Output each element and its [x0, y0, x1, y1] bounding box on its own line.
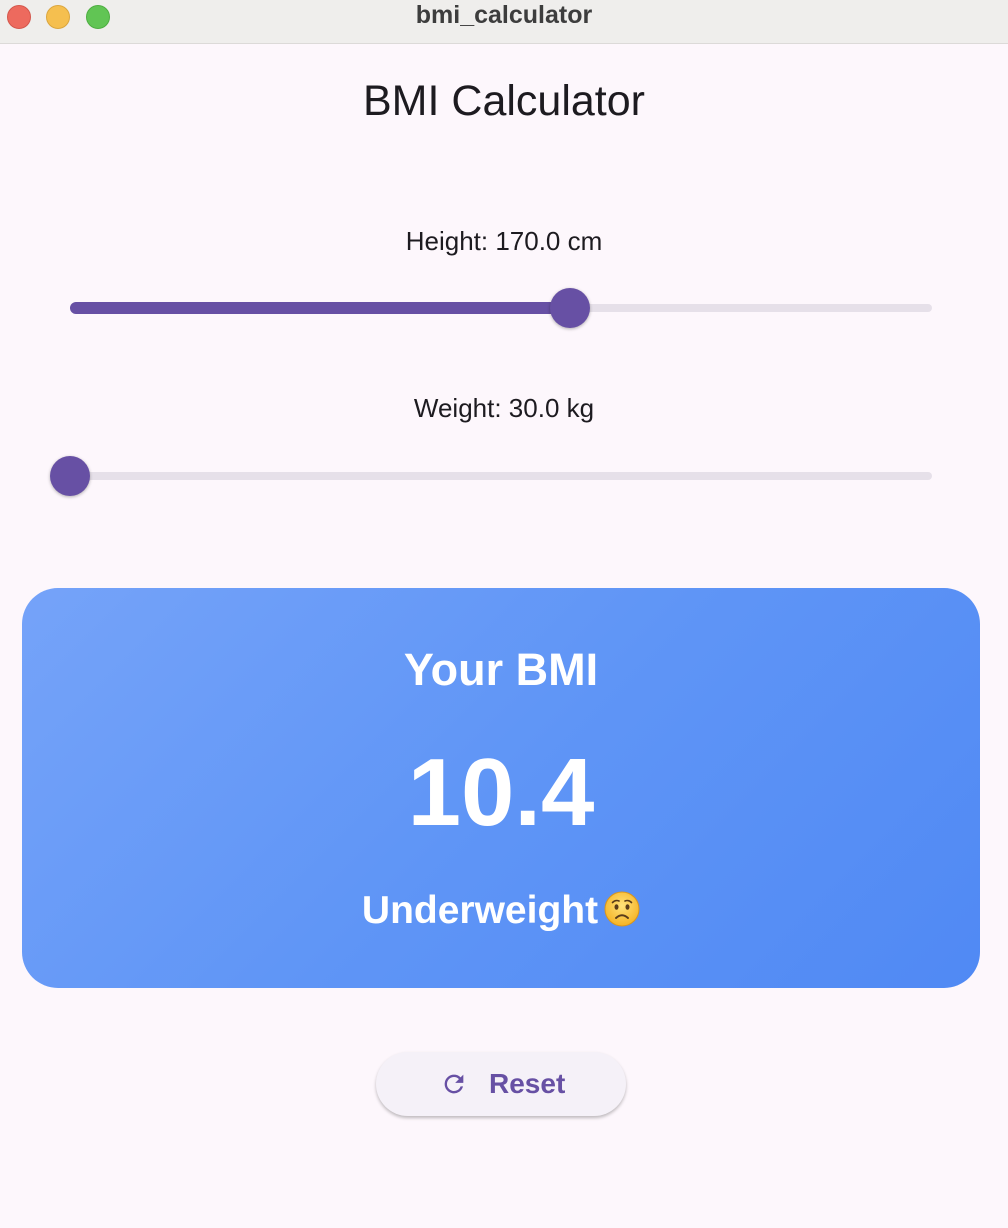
- height-label: Height: 170.0 cm: [405, 226, 603, 256]
- reset-button[interactable]: Reset: [376, 1052, 626, 1116]
- window-titlebar: bmi_calculator: [0, 0, 1008, 44]
- weight-slider[interactable]: [50, 454, 932, 498]
- height-slider[interactable]: [70, 286, 932, 330]
- bmi-heading: Your BMI: [403, 644, 599, 695]
- bmi-result-card: Your BMI 10.4 Underweight: [22, 588, 980, 988]
- reset-button-label: Reset: [489, 1068, 566, 1099]
- height-slider-thumb[interactable]: [549, 288, 590, 328]
- bmi-category-text: Underweight: [361, 889, 599, 932]
- weight-slider-thumb[interactable]: [50, 456, 90, 496]
- weight-slider-track: [70, 472, 932, 480]
- refresh-icon: [444, 1074, 464, 1094]
- bmi-category-row: Underweight: [22, 886, 980, 936]
- bmi-value: 10.4: [407, 739, 595, 846]
- window-title: bmi_calculator: [415, 1, 593, 29]
- height-slider-fill: [70, 302, 570, 314]
- weight-label: Weight: 30.0 kg: [413, 393, 595, 423]
- worried-face-icon: [604, 891, 640, 927]
- page-title: BMI Calculator: [363, 77, 645, 125]
